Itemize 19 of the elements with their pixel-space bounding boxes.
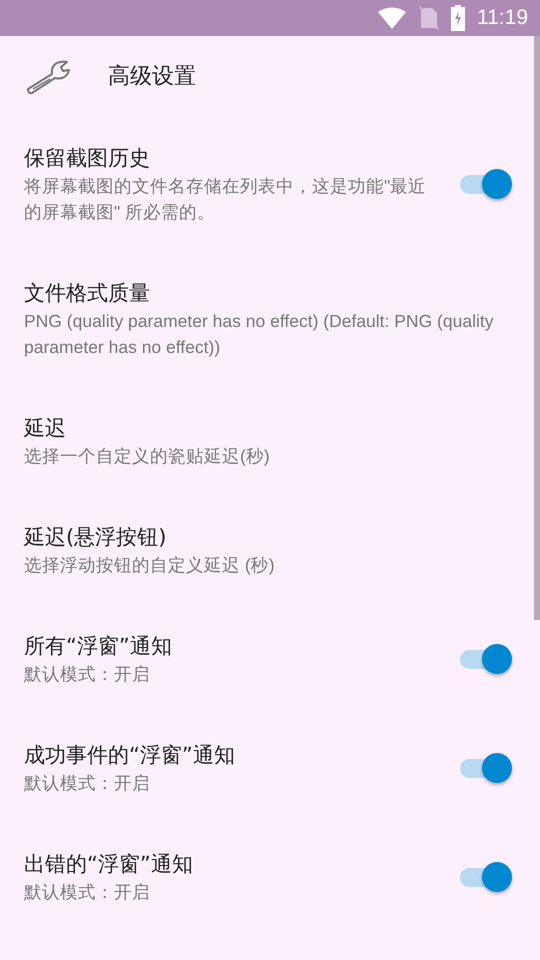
clock-time: 11:19 [477,6,528,30]
setting-title: 成功事件的“浮窗”通知 [24,742,236,769]
setting-summary: 选择浮动按钮的自定义延迟 (秒) [24,554,276,577]
setting-summary: 默认模式：开启 [24,663,151,686]
setting-title: 延迟 [24,415,67,442]
setting-title: 所有“浮窗”通知 [24,633,173,660]
setting-title: 保留截图历史 [24,145,151,172]
setting-summary: 默认模式：开启 [24,881,151,904]
wifi-icon [377,7,407,29]
setting-title: 延迟(悬浮按钮) [24,524,168,551]
setting-summary: 选择一个自定义的瓷贴延迟(秒) [24,445,271,468]
setting-summary: PNG (quality parameter has no effect) (Default: PNG (quality parameter has no effect)) [24,310,494,359]
screen-title: 高级设置 [108,63,196,91]
setting-title: 出错的“浮窗”通知 [24,851,194,878]
setting-summary: 默认模式：开启 [24,772,151,795]
battery-charging-icon [451,5,465,31]
setting-summary: 将屏幕截图的文件名存储在列表中，这是功能"最近的屏幕截图" 所必需的。 [24,175,428,224]
no-sim-icon [419,6,439,30]
setting-title: 文件格式质量 [24,280,151,307]
